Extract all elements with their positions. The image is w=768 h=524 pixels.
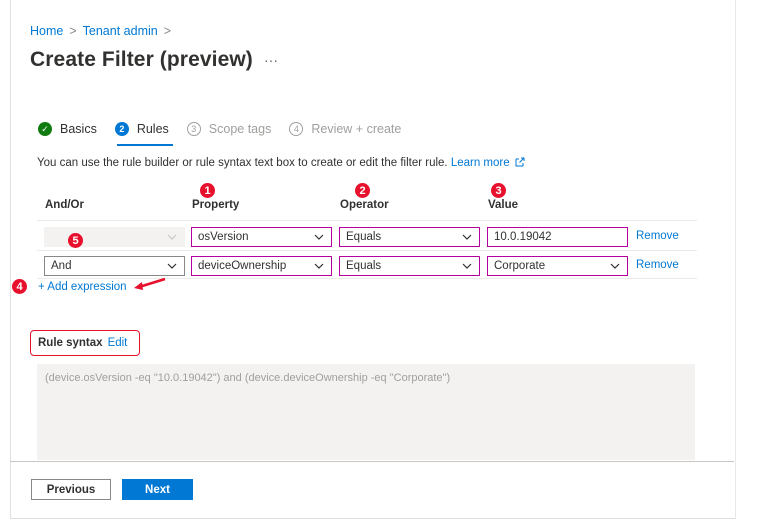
property-dropdown[interactable]: deviceOwnership xyxy=(191,256,332,276)
annotation-badge-2: 2 xyxy=(355,183,370,198)
column-header-operator: Operator xyxy=(340,199,389,211)
breadcrumb-separator: > xyxy=(163,24,172,38)
property-dropdown[interactable]: osVersion xyxy=(191,227,332,247)
page-title: Create Filter (preview) xyxy=(30,48,253,71)
value-dropdown[interactable]: Corporate xyxy=(487,256,628,276)
tab-scope-tags[interactable]: 3 Scope tags xyxy=(186,122,272,136)
external-link-icon[interactable] xyxy=(515,157,525,167)
footer-divider xyxy=(10,461,734,462)
operator-dropdown[interactable]: Equals xyxy=(339,227,480,247)
and-or-dropdown[interactable]: And xyxy=(44,256,185,276)
annotation-badge-3: 3 xyxy=(491,183,506,198)
value-text: Corporate xyxy=(494,260,546,272)
operator-dropdown[interactable]: Equals xyxy=(339,256,480,276)
operator-value: Equals xyxy=(346,260,382,272)
previous-button[interactable]: Previous xyxy=(31,479,111,500)
property-value: deviceOwnership xyxy=(198,260,287,272)
row-divider xyxy=(37,250,697,251)
and-or-dropdown[interactable] xyxy=(44,227,185,247)
tab-label: Basics xyxy=(60,122,97,136)
checkmark-icon: ✓ xyxy=(38,122,52,136)
learn-more-link[interactable]: Learn more xyxy=(451,157,510,169)
breadcrumb-separator: > xyxy=(69,24,77,38)
more-options-icon[interactable]: ··· xyxy=(264,52,278,68)
chevron-down-icon xyxy=(167,263,177,269)
column-header-and-or: And/Or xyxy=(45,199,84,211)
active-tab-indicator xyxy=(117,144,173,146)
chevron-down-icon xyxy=(314,263,324,269)
annotation-badge-5: 5 xyxy=(68,233,83,248)
value-input[interactable]: 10.0.19042 xyxy=(487,227,628,247)
description-text: You can use the rule builder or rule syn… xyxy=(37,157,451,169)
step-number-icon: 4 xyxy=(289,122,304,136)
rule-syntax-label: Rule syntax xyxy=(38,337,103,349)
remove-link[interactable]: Remove xyxy=(636,230,679,242)
chevron-down-icon xyxy=(462,234,472,240)
chevron-down-icon xyxy=(167,234,177,240)
remove-link[interactable]: Remove xyxy=(636,259,679,271)
tab-label: Review + create xyxy=(311,122,402,136)
step-number-icon: 2 xyxy=(114,122,129,136)
breadcrumb: Home > Tenant admin > xyxy=(30,24,171,38)
header-divider xyxy=(37,220,697,221)
column-header-property: Property xyxy=(192,199,240,211)
chevron-down-icon xyxy=(462,263,472,269)
description: You can use the rule builder or rule syn… xyxy=(37,157,525,169)
tab-rules[interactable]: 2 Rules xyxy=(114,122,169,136)
breadcrumb-home[interactable]: Home xyxy=(30,24,63,38)
rule-syntax-header: Rule syntax Edit xyxy=(30,330,140,356)
value-text: 10.0.19042 xyxy=(494,231,552,243)
annotation-arrow-icon xyxy=(134,277,166,290)
annotation-badge-1: 1 xyxy=(200,183,215,198)
next-button[interactable]: Next xyxy=(122,479,193,500)
column-header-value: Value xyxy=(488,199,519,211)
tab-label: Rules xyxy=(136,122,169,136)
chevron-down-icon xyxy=(314,234,324,240)
add-expression-link[interactable]: + Add expression xyxy=(38,281,127,293)
operator-value: Equals xyxy=(346,231,382,243)
chevron-down-icon xyxy=(610,263,620,269)
step-number-icon: 3 xyxy=(186,122,201,136)
tab-review-create[interactable]: 4 Review + create xyxy=(289,122,401,136)
annotation-badge-4: 4 xyxy=(12,279,27,294)
edit-link[interactable]: Edit xyxy=(108,337,128,349)
rule-syntax-textbox[interactable]: (device.osVersion -eq "10.0.19042") and … xyxy=(37,364,695,460)
tab-basics[interactable]: ✓ Basics xyxy=(38,122,97,136)
tab-label: Scope tags xyxy=(208,122,272,136)
breadcrumb-tenant-admin[interactable]: Tenant admin xyxy=(83,24,158,38)
and-or-value: And xyxy=(51,260,72,272)
wizard-steps: ✓ Basics 2 Rules 3 Scope tags 4 Review +… xyxy=(38,122,419,136)
property-value: osVersion xyxy=(198,231,249,243)
